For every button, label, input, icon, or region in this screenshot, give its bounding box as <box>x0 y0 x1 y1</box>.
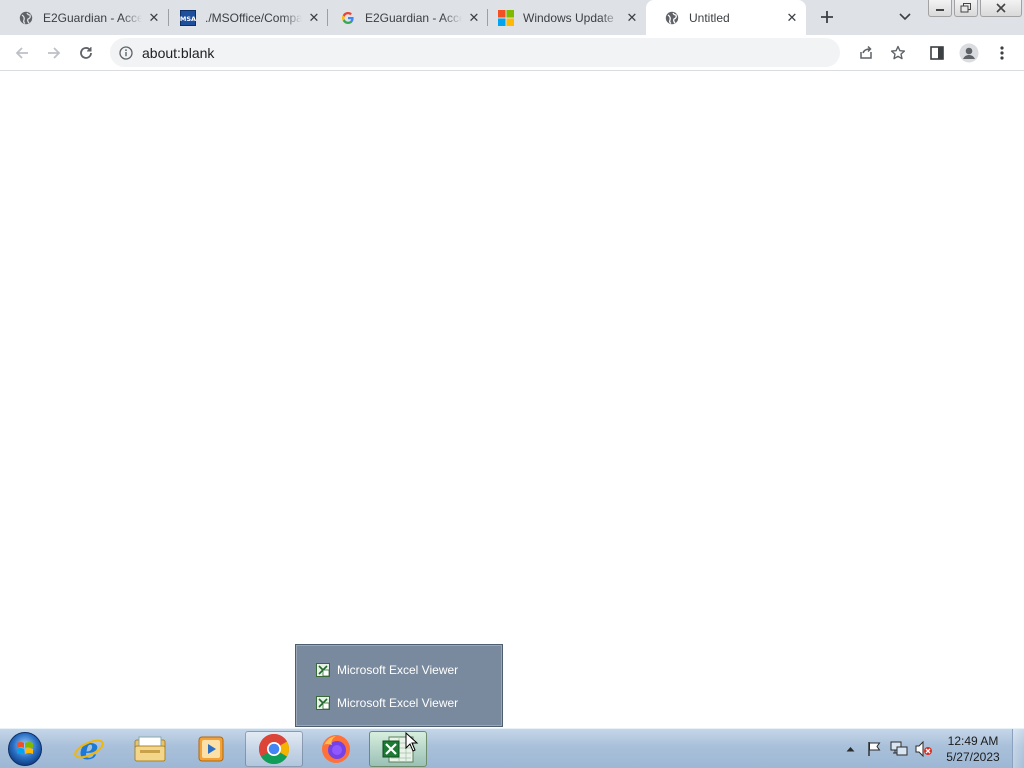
more-vert-icon <box>1000 46 1004 60</box>
share-icon <box>860 45 872 59</box>
media-player-icon <box>198 736 224 762</box>
file-explorer-icon <box>134 736 166 762</box>
clock-date: 5/27/2023 <box>946 750 1000 764</box>
globe-icon <box>664 10 680 26</box>
system-clock[interactable]: 12:49 AM 5/27/2023 <box>940 733 1006 765</box>
chrome-icon <box>258 734 290 765</box>
minimize-button[interactable] <box>928 0 952 17</box>
start-button[interactable] <box>5 730 45 768</box>
reload-button[interactable] <box>72 39 100 67</box>
flag-icon <box>868 742 881 756</box>
tab-msoffice-compat[interactable]: MSA ./MSOffice/Compat ✕ <box>162 0 328 35</box>
minimize-icon <box>936 9 944 11</box>
arrow-left-icon <box>15 47 28 59</box>
tab-e2guardian-1[interactable]: E2Guardian - Access Denied ✕ <box>0 0 168 35</box>
side-panel-button[interactable] <box>923 39 951 67</box>
excel-doc-icon <box>316 695 330 710</box>
menu-button[interactable] <box>988 39 1016 67</box>
mouse-cursor-icon <box>405 732 419 752</box>
star-icon <box>890 45 906 60</box>
address-bar[interactable]: about:blank <box>110 38 840 67</box>
window-controls <box>928 0 1024 18</box>
browser-toolbar: about:blank <box>0 35 1024 71</box>
taskbar: e 12:49 AM 5/27/2023 <box>0 728 1024 768</box>
back-button[interactable] <box>8 39 36 67</box>
tab-close-button[interactable]: ✕ <box>306 10 322 26</box>
new-tab-button[interactable] <box>815 5 839 29</box>
firefox-icon <box>322 735 350 763</box>
clock-time: 12:49 AM <box>947 734 999 748</box>
close-icon <box>996 3 1006 13</box>
plus-icon <box>821 11 833 23</box>
taskbar-file-explorer[interactable] <box>121 731 179 767</box>
tab-strip: E2Guardian - Access Denied ✕ MSA ./MSOff… <box>0 0 1024 35</box>
windows-icon <box>498 9 514 26</box>
speaker-muted-icon <box>915 741 932 757</box>
restore-button[interactable] <box>954 0 978 17</box>
taskbar-internet-explorer[interactable]: e <box>60 731 118 767</box>
close-window-button[interactable] <box>980 0 1022 17</box>
msa-icon: MSA <box>180 9 196 26</box>
bookmark-button[interactable] <box>884 39 912 67</box>
tab-close-button[interactable]: ✕ <box>624 10 640 26</box>
taskbar-jumplist: Microsoft Excel Viewer Microsoft Excel V… <box>295 644 503 727</box>
network-icon[interactable] <box>888 729 910 768</box>
jumplist-item[interactable]: Microsoft Excel Viewer <box>296 686 502 719</box>
info-icon[interactable] <box>118 45 134 61</box>
globe-icon <box>18 10 34 26</box>
excel-doc-icon <box>316 662 330 677</box>
address-text: about:blank <box>142 44 215 61</box>
chevron-up-icon <box>846 747 854 752</box>
taskbar-media-player[interactable] <box>182 731 240 767</box>
show-desktop-button[interactable] <box>1012 729 1024 768</box>
start-orb-icon <box>8 732 42 766</box>
page-content <box>0 71 1024 728</box>
internet-explorer-icon: e <box>74 733 104 765</box>
arrow-right-icon <box>48 47 61 59</box>
network-icon <box>890 741 908 756</box>
tab-search-button[interactable] <box>895 8 915 26</box>
side-panel-icon <box>930 46 944 60</box>
taskbar-firefox[interactable] <box>307 731 365 767</box>
restore-icon <box>960 3 971 13</box>
tab-e2guardian-2[interactable]: E2Guardian - Access Denied ✕ <box>322 0 488 35</box>
taskbar-chrome[interactable] <box>245 731 303 767</box>
google-icon <box>340 10 356 26</box>
action-center-icon[interactable] <box>864 729 884 768</box>
forward-button[interactable] <box>40 39 68 67</box>
tab-untitled[interactable]: Untitled ✕ <box>646 0 806 35</box>
share-button[interactable] <box>852 39 880 67</box>
show-hidden-icons-button[interactable] <box>842 729 858 768</box>
reload-icon <box>80 47 92 59</box>
tab-close-button[interactable]: ✕ <box>146 10 162 26</box>
jumplist-item[interactable]: Microsoft Excel Viewer <box>296 653 502 686</box>
avatar-icon <box>959 43 979 63</box>
tab-close-button[interactable]: ✕ <box>784 10 800 26</box>
profile-button[interactable] <box>955 39 983 67</box>
chevron-down-icon <box>899 13 911 21</box>
svg-text:e: e <box>79 733 98 765</box>
svg-text:MSA: MSA <box>180 15 196 23</box>
tab-windows-update[interactable]: Windows Update ✕ <box>480 0 646 35</box>
volume-muted-icon[interactable] <box>913 729 935 768</box>
